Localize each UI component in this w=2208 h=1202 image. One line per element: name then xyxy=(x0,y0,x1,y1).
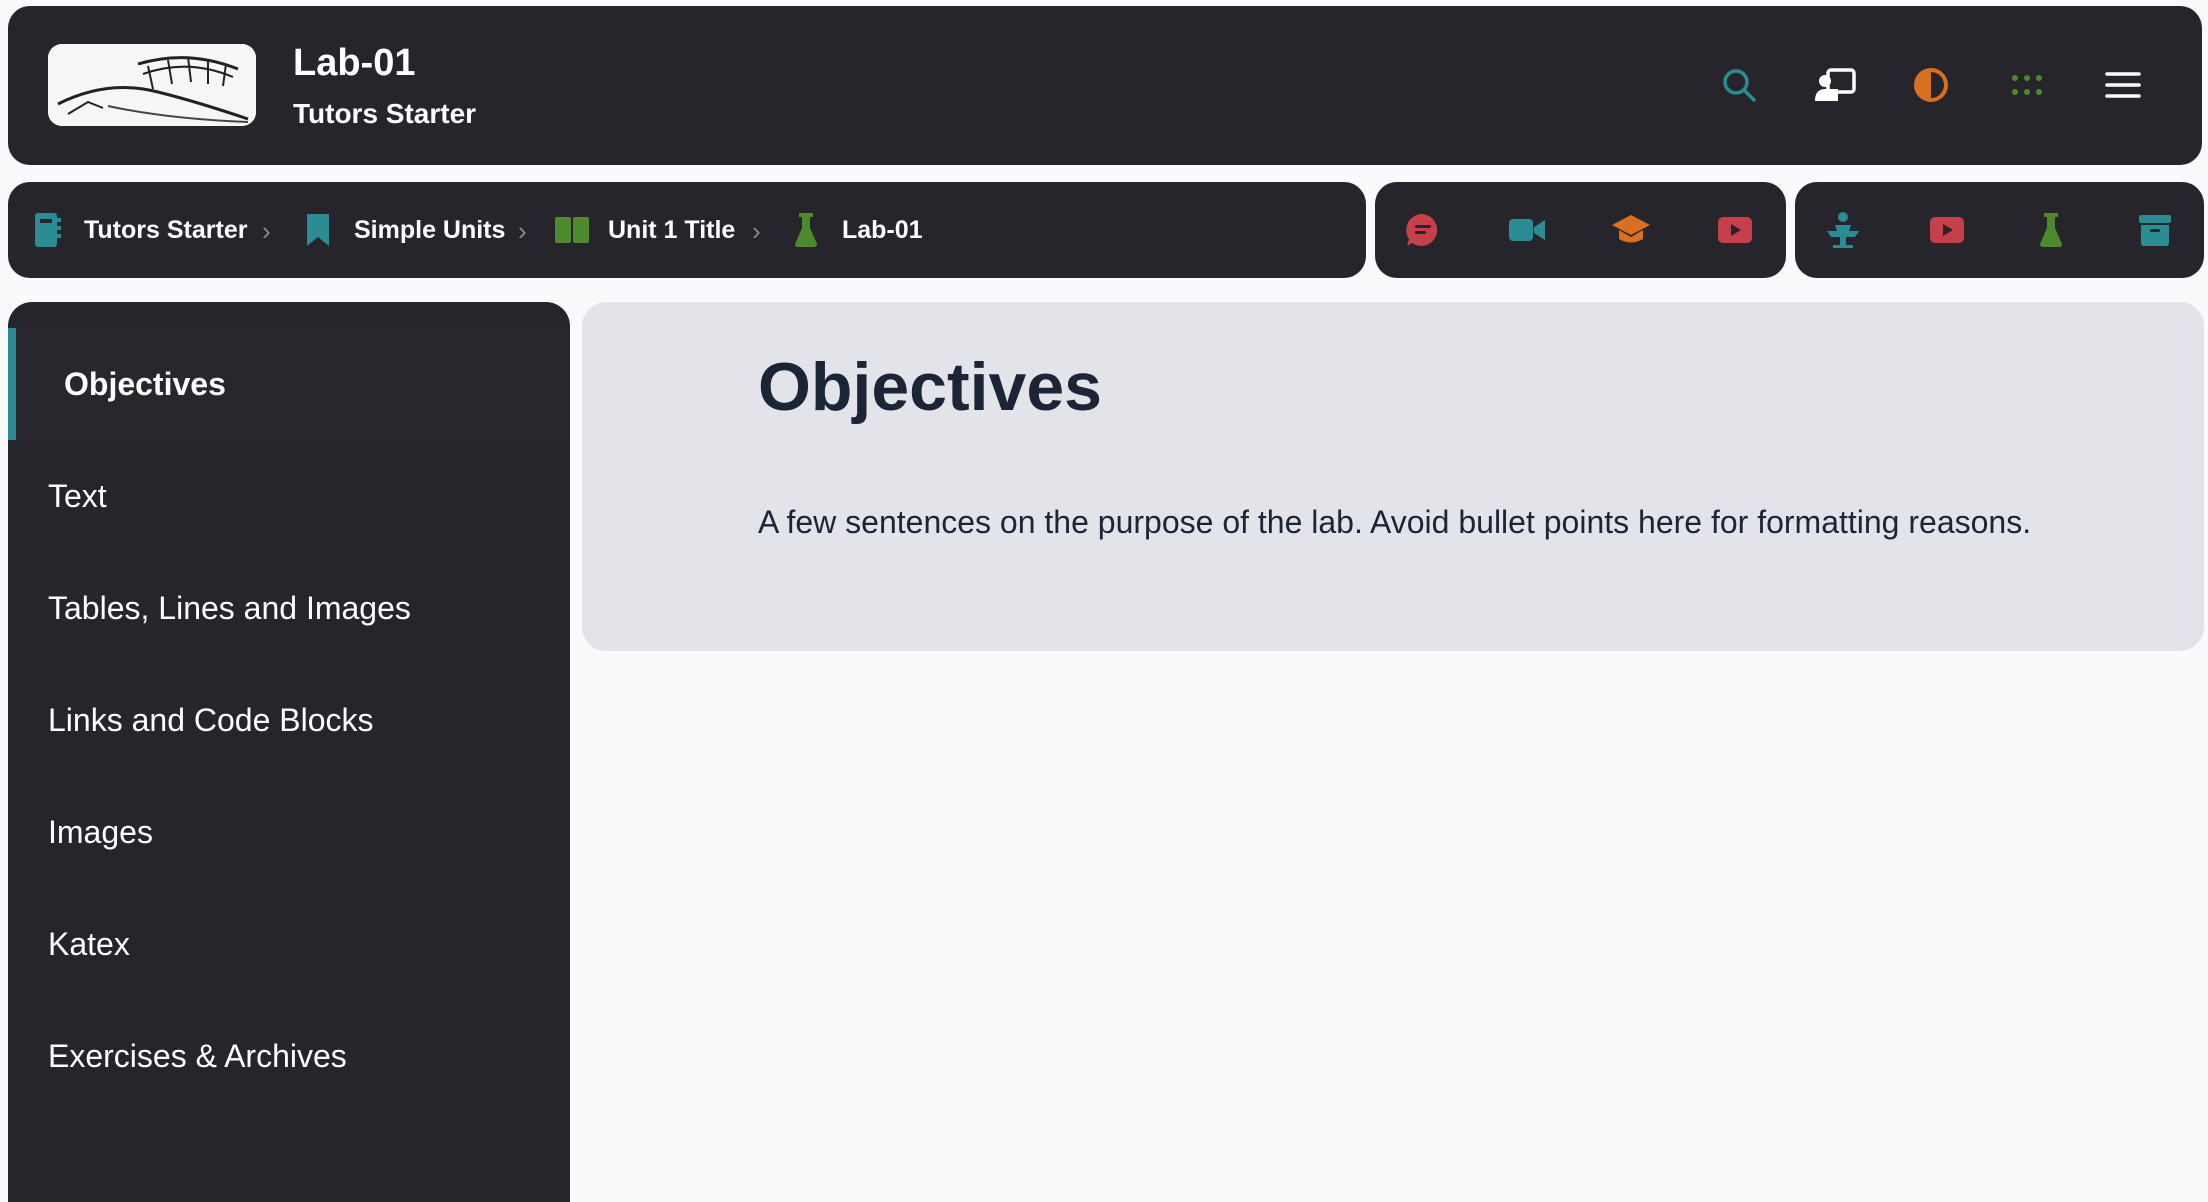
media-toolbar xyxy=(1375,182,1786,278)
breadcrumb-item-topic[interactable]: Simple Units xyxy=(300,182,505,278)
breadcrumb-item-course[interactable]: Tutors Starter xyxy=(30,182,247,278)
breadcrumb-label: Unit 1 Title xyxy=(608,215,736,244)
sidebar-item-label: Objectives xyxy=(64,365,226,402)
search-icon[interactable] xyxy=(1716,62,1762,108)
graduation-cap-icon[interactable] xyxy=(1611,210,1651,250)
unit-book-icon xyxy=(554,212,590,248)
sidebar-item-links-code-blocks[interactable]: Links and Code Blocks xyxy=(8,664,570,776)
breadcrumb: Tutors Starter › Simple Units › Unit 1 T… xyxy=(8,182,1366,278)
sidebar-item-text[interactable]: Text xyxy=(8,440,570,552)
youtube-icon[interactable] xyxy=(1927,210,1967,250)
course-logo-image[interactable] xyxy=(48,44,256,126)
sidebar-item-label: Links and Code Blocks xyxy=(48,701,374,738)
sidebar-item-label: Text xyxy=(48,477,107,514)
archive-icon[interactable] xyxy=(2135,210,2175,250)
breadcrumb-label: Lab-01 xyxy=(842,215,923,244)
lab-steps-sidebar: Objectives Text Tables, Lines and Images… xyxy=(8,302,570,1202)
breadcrumb-label: Tutors Starter xyxy=(84,215,248,244)
sidebar-item-katex[interactable]: Katex xyxy=(8,888,570,1000)
sidebar-item-exercises-archives[interactable]: Exercises & Archives xyxy=(8,1000,570,1112)
lab-flask-icon[interactable] xyxy=(2031,210,2071,250)
page-title: Lab-01 xyxy=(293,42,416,84)
content-card: Objectives A few sentences on the purpos… xyxy=(582,302,2204,651)
sidebar-item-label: Exercises & Archives xyxy=(48,1037,347,1074)
chat-icon[interactable] xyxy=(1403,210,1443,250)
sidebar-item-label: Images xyxy=(48,813,153,850)
sidebar-item-tables-lines-images[interactable]: Tables, Lines and Images xyxy=(8,552,570,664)
sidebar-item-label: Katex xyxy=(48,925,130,962)
breadcrumb-label: Simple Units xyxy=(354,215,506,244)
breadcrumb-item-lab[interactable]: Lab-01 xyxy=(788,182,923,278)
video-icon[interactable] xyxy=(1507,210,1547,250)
course-subtitle: Tutors Starter xyxy=(293,98,477,129)
lecture-podium-icon[interactable] xyxy=(1823,210,1863,250)
breadcrumb-item-unit[interactable]: Unit 1 Title xyxy=(554,182,735,278)
menu-icon[interactable] xyxy=(2100,62,2146,108)
content-paragraph: A few sentences on the purpose of the la… xyxy=(758,504,2032,540)
chevron-right-icon: › xyxy=(752,216,761,246)
type-toolbar xyxy=(1795,182,2204,278)
sidebar-item-objectives[interactable]: Objectives xyxy=(8,328,570,440)
youtube-icon[interactable] xyxy=(1715,210,1755,250)
sidebar-item-label: Tables, Lines and Images xyxy=(48,589,411,626)
theme-contrast-icon[interactable] xyxy=(1908,62,1954,108)
bookmark-icon xyxy=(300,212,336,248)
apps-grid-icon[interactable] xyxy=(2004,62,2050,108)
presenter-icon[interactable] xyxy=(1812,62,1858,108)
content-heading: Objectives xyxy=(758,349,1102,425)
chevron-right-icon: › xyxy=(518,216,527,246)
chevron-right-icon: › xyxy=(262,216,271,246)
course-notebook-icon xyxy=(30,212,66,248)
top-header: Lab-01 Tutors Starter xyxy=(8,6,2202,165)
lab-flask-icon xyxy=(788,212,824,248)
sidebar-item-images[interactable]: Images xyxy=(8,776,570,888)
